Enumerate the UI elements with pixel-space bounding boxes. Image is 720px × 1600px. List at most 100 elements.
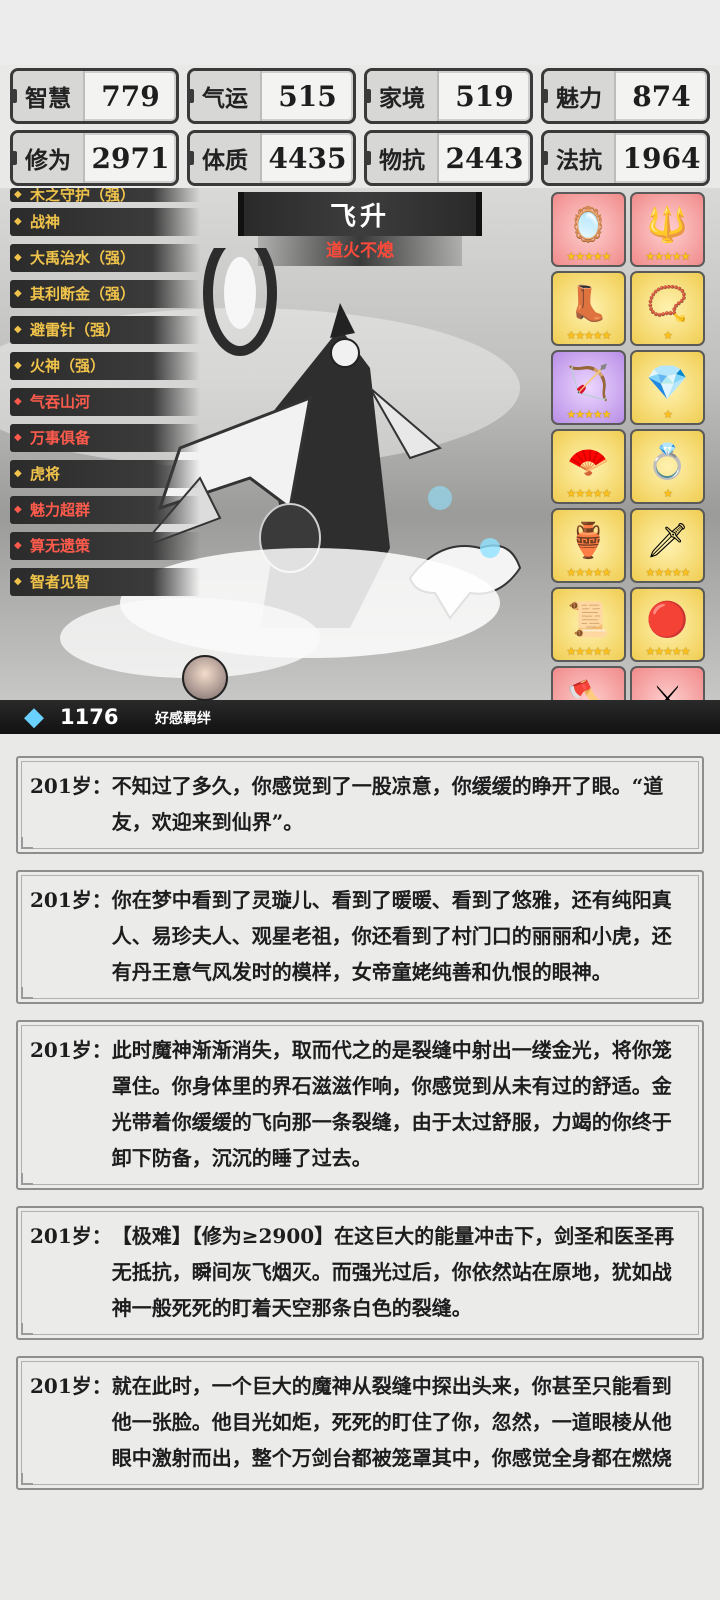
equipment-slot[interactable]: 🏹 ★★★★★ bbox=[551, 350, 626, 425]
star-rating: ★ bbox=[663, 487, 673, 500]
stat-value: 2443 bbox=[445, 141, 524, 175]
skill-item[interactable]: 虎将 bbox=[10, 460, 200, 488]
stat-value: 519 bbox=[455, 79, 514, 113]
equipment-slot[interactable]: 💍 ★ bbox=[630, 429, 705, 504]
stat-magic-resist[interactable]: 法抗 1964 bbox=[541, 130, 710, 186]
log-entry: 201岁： 你在梦中看到了灵璇儿、看到了暖暖、看到了悠雅，还有纯阳真人、易珍夫人、… bbox=[16, 870, 704, 1004]
equipment-slot[interactable]: 🪞 ★★★★★ bbox=[551, 192, 626, 267]
stat-wisdom[interactable]: 智慧 779 bbox=[10, 68, 179, 124]
stat-label: 气运 bbox=[190, 71, 262, 121]
event-log[interactable]: 201岁： 不知过了多久，你感觉到了一股凉意，你缓缓的睁开了眼。“道友，欢迎来到仙… bbox=[16, 756, 704, 1506]
stats-row: 修为 2971 体质 4435 物抗 2443 法抗 1964 bbox=[10, 130, 710, 186]
star-rating: ★★★★★ bbox=[645, 645, 690, 658]
log-age: 201岁： bbox=[30, 774, 112, 798]
skill-item[interactable]: 战神 bbox=[10, 208, 200, 236]
spear-icon: 🔱 bbox=[646, 204, 689, 245]
equipment-slot[interactable]: 🏺 ★★★★★ bbox=[551, 508, 626, 583]
stat-label: 修为 bbox=[13, 133, 85, 183]
log-age: 201岁： bbox=[30, 888, 112, 912]
crystal-icon: 💎 bbox=[646, 362, 689, 403]
stat-luck[interactable]: 气运 515 bbox=[187, 68, 356, 124]
star-rating: ★★★★★ bbox=[566, 566, 611, 579]
affinity-button[interactable]: 好感羁绊 bbox=[155, 708, 211, 728]
skill-item[interactable]: 万事俱备 bbox=[10, 424, 200, 452]
stat-value: 1964 bbox=[622, 141, 701, 175]
equipment-slot[interactable]: 🔱 ★★★★★ bbox=[630, 192, 705, 267]
equipment-slot[interactable]: 🪭 ★★★★★ bbox=[551, 429, 626, 504]
ring-icon: 💍 bbox=[646, 441, 689, 482]
gem-icon: ◆ bbox=[24, 702, 44, 732]
equipment-grid: 🪞 ★★★★★ 🔱 ★★★★★ 👢 ★★★★★ 📿 ★ 🏹 ★★★★★ 💎 ★ 🪭 ★★★★★ 💍 ★ 🏺 ★★★… bbox=[551, 192, 711, 733]
stat-label: 法抗 bbox=[544, 133, 616, 183]
top-bar bbox=[0, 0, 720, 65]
log-entry: 201岁： 就在此时，一个巨大的魔神从裂缝中探出头来，你甚至只能看到他一张脸。他目… bbox=[16, 1356, 704, 1490]
stats-row: 智慧 779 气运 515 家境 519 魅力 874 bbox=[10, 68, 710, 124]
dagger-icon: 🗡 bbox=[645, 520, 690, 561]
stat-value: 2971 bbox=[91, 141, 170, 175]
log-entry: 201岁： 不知过了多久，你感觉到了一股凉意，你缓缓的睁开了眼。“道友，欢迎来到仙… bbox=[16, 756, 704, 854]
crossbow-icon: 🏹 bbox=[567, 362, 610, 403]
stat-label: 魅力 bbox=[544, 71, 616, 121]
stat-label: 智慧 bbox=[13, 71, 85, 121]
log-text: 就在此时，一个巨大的魔神从裂缝中探出头来，你甚至只能看到他一张脸。他目光如炬，死… bbox=[111, 1374, 672, 1470]
skill-item[interactable]: 大禹治水（强） bbox=[10, 244, 200, 272]
star-rating: ★★★★★ bbox=[566, 408, 611, 421]
star-rating: ★ bbox=[663, 329, 673, 342]
equipment-slot[interactable]: 💎 ★ bbox=[630, 350, 705, 425]
skill-item[interactable]: 算无遗策 bbox=[10, 532, 200, 560]
scene-title: 飞升 bbox=[238, 192, 482, 236]
fan-icon: 🪭 bbox=[567, 441, 610, 482]
log-entry: 201岁： 此时魔神渐渐消失，取而代之的是裂缝中射出一缕金光，将你笼罩住。你身体里… bbox=[16, 1020, 704, 1190]
star-rating: ★★★★★ bbox=[645, 566, 690, 579]
bracer-icon: 📿 bbox=[646, 283, 689, 324]
cauldron-icon: 🏺 bbox=[567, 520, 610, 561]
skill-item[interactable]: 气吞山河 bbox=[10, 388, 200, 416]
log-text: 【极难】【修为≥2900】在这巨大的能量冲击下，剑圣和医圣再无抵抗，瞬间灰飞烟灭… bbox=[111, 1224, 675, 1320]
log-age: 201岁： bbox=[30, 1038, 112, 1062]
log-text: 此时魔神渐渐消失，取而代之的是裂缝中射出一缕金光，将你笼罩住。你身体里的界石滋滋… bbox=[111, 1038, 672, 1170]
stat-charm[interactable]: 魅力 874 bbox=[541, 68, 710, 124]
skill-item[interactable]: 火神（强） bbox=[10, 352, 200, 380]
scroll-icon: 📜 bbox=[567, 599, 610, 640]
log-entry: 201岁： 【极难】【修为≥2900】在这巨大的能量冲击下，剑圣和医圣再无抵抗，瞬… bbox=[16, 1206, 704, 1340]
stat-family[interactable]: 家境 519 bbox=[364, 68, 533, 124]
scene-subtitle: 道火不熄 bbox=[258, 236, 462, 266]
stat-label: 物抗 bbox=[367, 133, 439, 183]
stat-value: 779 bbox=[101, 79, 160, 113]
star-rating: ★★★★★ bbox=[566, 487, 611, 500]
equipment-slot[interactable]: 🔴 ★★★★★ bbox=[630, 587, 705, 662]
skills-list: 木之守护（强） 战神 大禹治水（强） 其利断金（强） 避雷针（强） 火神（强） … bbox=[10, 188, 200, 604]
stat-label: 家境 bbox=[367, 71, 439, 121]
mirror-icon: 🪞 bbox=[567, 204, 610, 245]
stat-label: 体质 bbox=[190, 133, 262, 183]
stats-panel: 智慧 779 气运 515 家境 519 魅力 874 修为 2971 体质 4435 物抗… bbox=[10, 68, 710, 192]
skill-item[interactable]: 魅力超群 bbox=[10, 496, 200, 524]
skill-item[interactable]: 智者见智 bbox=[10, 568, 200, 596]
skill-item[interactable]: 其利断金（强） bbox=[10, 280, 200, 308]
companion-avatar[interactable] bbox=[182, 655, 228, 701]
log-text: 不知过了多久，你感觉到了一股凉意，你缓缓的睁开了眼。“道友，欢迎来到仙界”。 bbox=[111, 774, 664, 834]
log-text: 你在梦中看到了灵璇儿、看到了暖暖、看到了悠雅，还有纯阳真人、易珍夫人、观星老祖，… bbox=[111, 888, 672, 984]
equipment-slot[interactable]: 👢 ★★★★★ bbox=[551, 271, 626, 346]
star-rating: ★★★★★ bbox=[566, 645, 611, 658]
log-age: 201岁： bbox=[30, 1374, 112, 1398]
ascension-scene: 木之守护（强） 战神 大禹治水（强） 其利断金（强） 避雷针（强） 火神（强） … bbox=[0, 188, 720, 733]
stat-value: 4435 bbox=[268, 141, 347, 175]
orb-icon: 🔴 bbox=[646, 599, 689, 640]
skill-item[interactable]: 避雷针（强） bbox=[10, 316, 200, 344]
skill-item[interactable]: 木之守护（强） bbox=[10, 188, 200, 202]
stat-cultivation[interactable]: 修为 2971 bbox=[10, 130, 179, 186]
equipment-slot[interactable]: 📜 ★★★★★ bbox=[551, 587, 626, 662]
stat-value: 874 bbox=[632, 79, 691, 113]
equipment-slot[interactable]: 📿 ★ bbox=[630, 271, 705, 346]
stat-constitution[interactable]: 体质 4435 bbox=[187, 130, 356, 186]
equipment-slot[interactable]: 🗡 ★★★★★ bbox=[630, 508, 705, 583]
star-rating: ★★★★★ bbox=[566, 329, 611, 342]
stat-physical-resist[interactable]: 物抗 2443 bbox=[364, 130, 533, 186]
star-rating: ★★★★★ bbox=[645, 250, 690, 263]
boots-icon: 👢 bbox=[567, 283, 610, 324]
stat-value: 515 bbox=[278, 79, 337, 113]
star-rating: ★ bbox=[663, 408, 673, 421]
star-rating: ★★★★★ bbox=[566, 250, 611, 263]
log-age: 201岁： bbox=[30, 1224, 112, 1248]
